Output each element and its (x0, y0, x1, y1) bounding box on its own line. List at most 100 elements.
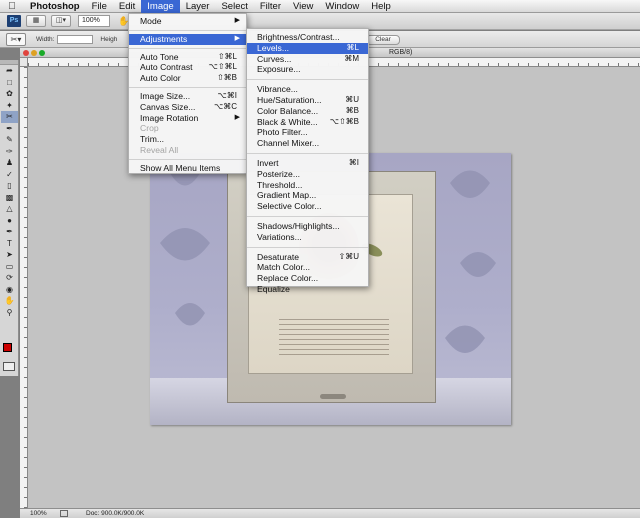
dodge-tool-icon[interactable]: ● (1, 215, 18, 227)
menu-item-levels[interactable]: Levels... ⌘L (247, 42, 368, 54)
menu-item-posterize[interactable]: Posterize... (247, 169, 368, 180)
menu-item-label: Equalize (257, 283, 290, 294)
status-info-icon[interactable] (60, 510, 68, 517)
menu-item-label: Trim... (140, 134, 165, 145)
apple-icon[interactable]:  (0, 1, 24, 12)
menu-item-image-size[interactable]: Image Size... ⌥⌘I (129, 91, 246, 102)
menu-window[interactable]: Window (319, 0, 365, 13)
brush-tool-icon[interactable]: ✑ (1, 146, 18, 158)
menu-item-auto-contrast[interactable]: Auto Contrast ⌥⇧⌘L (129, 62, 246, 73)
zoom-level-field[interactable]: 100% (78, 15, 110, 27)
shortcut-label: ⇧⌘L (217, 51, 237, 61)
blur-tool-icon[interactable]: △ (1, 203, 18, 215)
menu-item-label: Color Balance... (257, 105, 319, 116)
menu-item-gradient-map[interactable]: Gradient Map... (247, 190, 368, 201)
3d-orbit-tool-icon[interactable]: ◉ (1, 284, 18, 296)
menu-item-brightness-contrast[interactable]: Brightness/Contrast... (247, 32, 368, 43)
quick-select-tool-icon[interactable]: ✦ (1, 100, 18, 112)
view-extras-button[interactable]: ◫▾ (51, 15, 71, 27)
status-zoom-field[interactable]: 100% (30, 510, 48, 517)
menu-item-label: Desaturate (257, 251, 300, 262)
shortcut-label: ⌥⇧⌘B (329, 116, 359, 126)
crop-tool-preset-icon[interactable]: ✂▾ (6, 32, 26, 46)
menu-item-desaturate[interactable]: Desaturate ⇧⌘U (247, 252, 368, 263)
menu-item-show-all[interactable]: Show All Menu Items (129, 163, 246, 174)
menu-item-mode[interactable]: Mode ▶ (129, 16, 246, 27)
history-brush-tool-icon[interactable]: ✓ (1, 169, 18, 181)
menu-item-color-balance[interactable]: Color Balance... ⌘B (247, 106, 368, 117)
path-selection-tool-icon[interactable]: ➤ (1, 249, 18, 261)
menu-item-hue-saturation[interactable]: Hue/Saturation... ⌘U (247, 95, 368, 106)
menu-item-image-rotation[interactable]: Image Rotation ▶ (129, 113, 246, 124)
minimize-window-icon[interactable] (31, 50, 37, 56)
pen-tool-icon[interactable]: ✒ (1, 226, 18, 238)
menu-item-label: Crop (140, 123, 159, 134)
marquee-tool-icon[interactable]: □ (1, 77, 18, 89)
menu-item-photo-filter[interactable]: Photo Filter... (247, 127, 368, 138)
clone-stamp-tool-icon[interactable]: ♟ (1, 157, 18, 169)
script-text-illustration (279, 315, 389, 355)
menu-item-equalize[interactable]: Equalize (247, 284, 368, 295)
eraser-tool-icon[interactable]: ▯ (1, 180, 18, 192)
menu-select[interactable]: Select (215, 0, 253, 13)
app-menu-photoshop[interactable]: Photoshop (24, 0, 86, 13)
menu-item-curves[interactable]: Curves... ⌘M (247, 54, 368, 65)
menu-item-label: Curves... (257, 53, 292, 64)
foreground-color-swatch[interactable] (3, 343, 12, 352)
photoshop-logo[interactable]: Ps (7, 15, 21, 27)
menu-item-adjustments[interactable]: Adjustments ▶ (129, 33, 246, 45)
shortcut-label: ⌘M (344, 53, 359, 63)
menu-separator (129, 29, 246, 31)
move-tool-icon[interactable]: ➦ (1, 65, 18, 77)
shape-tool-icon[interactable]: ▭ (1, 261, 18, 273)
close-window-icon[interactable] (23, 50, 29, 56)
menu-item-variations[interactable]: Variations... (247, 232, 368, 243)
menu-item-replace-color[interactable]: Replace Color... (247, 273, 368, 284)
bridge-button[interactable]: ▦ (26, 15, 46, 27)
vertical-ruler[interactable] (20, 67, 28, 508)
menu-item-shadows-highlights[interactable]: Shadows/Highlights... (247, 221, 368, 232)
zoom-window-icon[interactable] (39, 50, 45, 56)
menu-item-invert[interactable]: Invert ⌘I (247, 158, 368, 169)
menu-item-label: Image Rotation (140, 112, 199, 123)
width-input[interactable] (57, 34, 94, 44)
lasso-tool-icon[interactable]: ✿ (1, 88, 18, 100)
menu-item-canvas-size[interactable]: Canvas Size... ⌥⌘C (129, 102, 246, 113)
menu-layer[interactable]: Layer (180, 0, 216, 13)
menu-help[interactable]: Help (365, 0, 397, 13)
shortcut-label: ⌘I (348, 157, 359, 167)
menu-item-label: Match Color... (257, 262, 311, 273)
menu-item-exposure[interactable]: Exposure... (247, 64, 368, 75)
menu-item-label: Selective Color... (257, 201, 322, 212)
menu-filter[interactable]: Filter (254, 0, 287, 13)
menu-separator (247, 246, 368, 248)
zoom-tool-icon[interactable]: ⚲ (1, 307, 18, 319)
hand-tool-icon[interactable]: ✋ (1, 295, 18, 307)
menu-item-auto-color[interactable]: Auto Color ⇧⌘B (129, 73, 246, 84)
quick-mask-icon[interactable] (3, 362, 15, 371)
menu-image[interactable]: Image (141, 0, 180, 13)
menu-item-label: Vibrance... (257, 84, 298, 95)
clear-button[interactable]: Clear (366, 35, 400, 45)
type-tool-icon[interactable]: T (1, 238, 18, 250)
menu-item-threshold[interactable]: Threshold... (247, 180, 368, 191)
eyedropper-tool-icon[interactable]: ✒ (1, 123, 18, 135)
shortcut-label: ⌥⇧⌘L (208, 62, 237, 72)
document-size-readout: Doc: 900.0K/900.0K (86, 510, 145, 517)
menu-item-vibrance[interactable]: Vibrance... (247, 84, 368, 95)
menu-file[interactable]: File (86, 0, 113, 13)
menu-item-channel-mixer[interactable]: Channel Mixer... (247, 138, 368, 149)
menu-item-selective-color[interactable]: Selective Color... (247, 201, 368, 212)
menu-item-auto-tone[interactable]: Auto Tone ⇧⌘L (129, 52, 246, 63)
gradient-tool-icon[interactable]: ▩ (1, 192, 18, 204)
shortcut-label: ⌘L (346, 42, 359, 52)
healing-brush-tool-icon[interactable]: ✎ (1, 134, 18, 146)
ruler-origin[interactable] (20, 58, 28, 67)
menu-item-black-white[interactable]: Black & White... ⌥⇧⌘B (247, 117, 368, 128)
menu-view[interactable]: View (287, 0, 319, 13)
3d-rotate-tool-icon[interactable]: ⟳ (1, 272, 18, 284)
menu-item-match-color[interactable]: Match Color... (247, 262, 368, 273)
menu-edit[interactable]: Edit (113, 0, 141, 13)
crop-tool-icon[interactable]: ✂ (1, 111, 18, 123)
menu-item-trim[interactable]: Trim... (129, 134, 246, 145)
